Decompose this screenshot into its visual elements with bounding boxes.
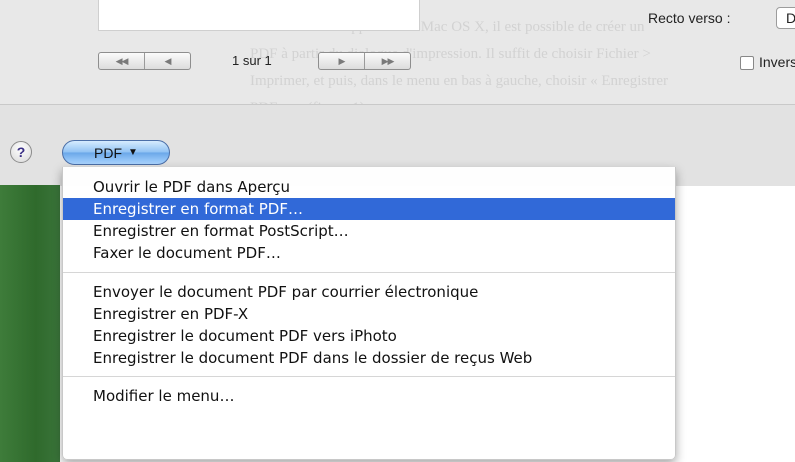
invert-label: Invers <box>759 54 795 70</box>
menu-item-save-pdf-x[interactable]: Enregistrer en PDF-X <box>63 303 675 325</box>
menu-item-fax-pdf[interactable]: Faxer le document PDF… <box>63 242 675 264</box>
menu-separator <box>63 376 675 377</box>
menu-item-save-as-pdf[interactable]: Enregistrer en format PDF… <box>63 198 675 220</box>
menu-item-save-to-web-receipts[interactable]: Enregistrer le document PDF dans le doss… <box>63 347 675 369</box>
pdf-menu-button[interactable]: PDF ▼ <box>62 140 170 165</box>
help-button[interactable]: ? <box>10 141 32 163</box>
page-indicator: 1 sur 1 <box>232 53 272 68</box>
dropdown-triangle-icon: ▼ <box>128 147 138 158</box>
invert-checkbox[interactable] <box>740 56 754 70</box>
menu-item-save-to-iphoto[interactable]: Enregistrer le document PDF vers iPhoto <box>63 325 675 347</box>
menu-item-open-in-preview[interactable]: Ouvrir le PDF dans Aperçu <box>63 176 675 198</box>
page-nav-forward-group: ▶ ▶▶ <box>318 52 411 70</box>
menu-item-email-pdf[interactable]: Envoyer le document PDF par courrier éle… <box>63 281 675 303</box>
menu-separator <box>63 272 675 273</box>
first-page-button[interactable]: ◀◀ <box>99 53 144 69</box>
page-nav-back-group: ◀◀ ◀ <box>98 52 191 70</box>
print-dialog-sheet: Dans toutes les applications Mac OS X, i… <box>0 0 795 186</box>
background-text-line: Imprimer, et puis, dans le menu en bas à… <box>250 73 669 89</box>
duplex-select[interactable]: D <box>776 7 795 29</box>
previous-page-button[interactable]: ◀ <box>144 53 190 69</box>
next-page-button[interactable]: ▶ <box>319 53 364 69</box>
print-preview-area <box>98 0 420 31</box>
pdf-button-label: PDF <box>94 144 123 161</box>
pdf-dropdown-menu: Ouvrir le PDF dans Aperçu Enregistrer en… <box>62 167 676 460</box>
last-page-button[interactable]: ▶▶ <box>364 53 410 69</box>
duplex-label: Recto verso : <box>648 10 731 26</box>
desktop-background <box>0 185 60 462</box>
menu-item-save-as-postscript[interactable]: Enregistrer en format PostScript… <box>63 220 675 242</box>
menu-item-edit-menu[interactable]: Modifier le menu… <box>63 385 675 407</box>
